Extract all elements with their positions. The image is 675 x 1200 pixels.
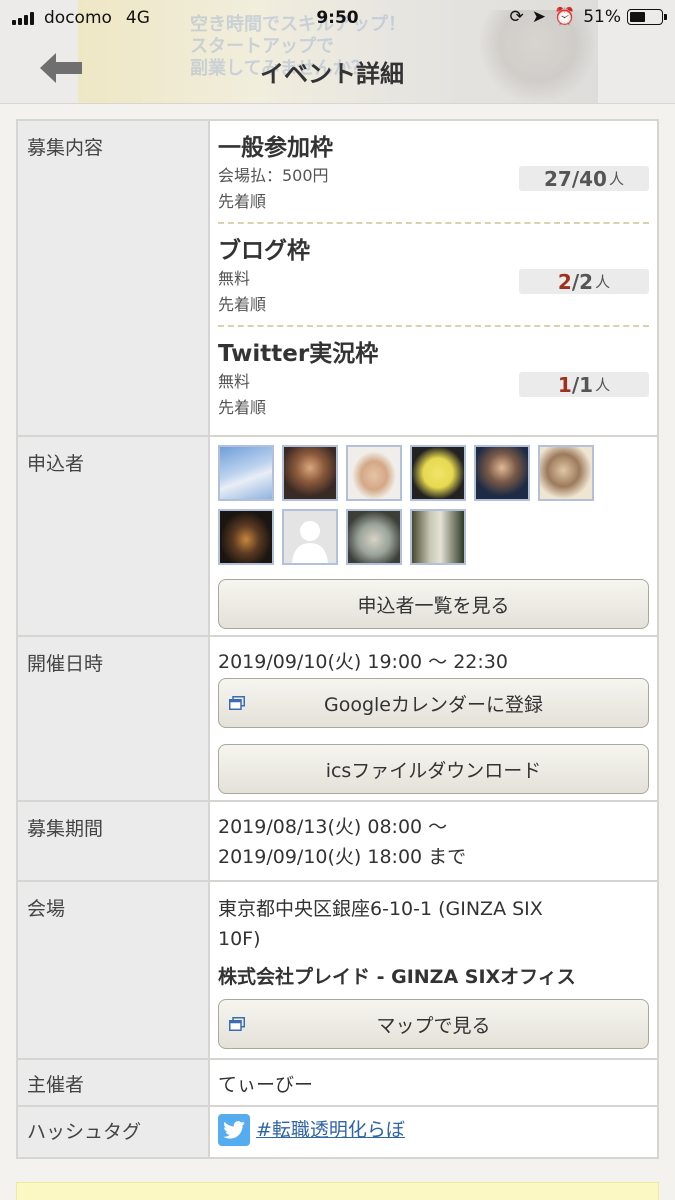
- orientation-lock-icon: ⟳: [509, 7, 524, 27]
- avatar[interactable]: [282, 445, 338, 501]
- event-detail-table: 募集内容 一般参加枠 会場払：500円 先着順 27/40 人 ブログ枠 無料 先…: [16, 119, 659, 1159]
- organizer-row: 主催者 てぃーびー: [18, 1060, 657, 1107]
- period-start: 2019/08/13(火) 08:00 〜: [218, 816, 448, 838]
- slot-twitter: Twitter実況枠 無料 先着順 1/1 人: [218, 327, 649, 433]
- slot-name: ブログ枠: [218, 238, 310, 264]
- venue-name: 株式会社プレイド - GINZA SIXオフィス: [218, 966, 576, 988]
- period-end: 2019/09/10(火) 18:00 まで: [218, 846, 467, 868]
- status-bar: docomo 4G 9:50 ⟳ ➤ ⏰ 51%: [0, 0, 675, 36]
- ics-download-button[interactable]: icsファイルダウンロード: [218, 744, 649, 794]
- user-silhouette-icon: [292, 521, 328, 563]
- applicant-avatars: [218, 437, 602, 573]
- row-label: 募集期間: [18, 802, 210, 880]
- recruitment-slots: 一般参加枠 会場払：500円 先着順 27/40 人 ブログ枠 無料 先着順 2/…: [210, 121, 657, 435]
- slot-blog: ブログ枠 無料 先着順 2/2 人: [218, 224, 649, 327]
- back-button[interactable]: [36, 50, 86, 86]
- google-calendar-button[interactable]: Googleカレンダーに登録: [218, 678, 649, 728]
- nav-bar: イベント詳細: [0, 40, 675, 98]
- slot-name: Twitter実況枠: [218, 341, 379, 367]
- slot-count: 1/1 人: [519, 372, 649, 397]
- row-label: 会場: [18, 882, 210, 1058]
- slot-name: 一般参加枠: [218, 135, 333, 161]
- external-window-icon: [229, 1017, 245, 1031]
- application-period-row: 募集期間 2019/08/13(火) 08:00 〜 2019/09/10(火)…: [18, 802, 657, 882]
- slot-count: 2/2 人: [519, 269, 649, 294]
- battery-percent: 51%: [583, 7, 621, 27]
- view-applicants-button[interactable]: 申込者一覧を見る: [218, 579, 649, 629]
- avatar-placeholder[interactable]: [282, 509, 338, 565]
- avatar[interactable]: [538, 445, 594, 501]
- twitter-icon[interactable]: [218, 1114, 250, 1146]
- organizer-name: てぃーびー: [218, 1074, 314, 1096]
- hashtag-row: ハッシュタグ #転職透明化らぼ: [18, 1107, 657, 1157]
- row-label: 主催者: [18, 1060, 210, 1105]
- back-arrow-icon: [40, 53, 82, 83]
- next-section-edge: [16, 1182, 659, 1200]
- avatar[interactable]: [218, 509, 274, 565]
- slot-order: 先着順: [218, 192, 267, 211]
- event-datetime: 2019/09/10(火) 19:00 〜 22:30: [218, 651, 508, 673]
- row-label: 開催日時: [18, 637, 210, 800]
- avatar[interactable]: [410, 509, 466, 565]
- avatar[interactable]: [346, 509, 402, 565]
- external-window-icon: [229, 696, 245, 710]
- row-label: 募集内容: [18, 121, 210, 435]
- slot-count: 27/40 人: [519, 166, 649, 191]
- venue-row: 会場 東京都中央区銀座6-10-1 (GINZA SIX 10F) 株式会社プレ…: [18, 882, 657, 1060]
- avatar[interactable]: [410, 445, 466, 501]
- location-icon: ➤: [531, 7, 547, 27]
- top-bar: 空き時間でスキルアップ！ スタートアップで 副業してみませんか？ docomo …: [0, 0, 675, 104]
- slot-order: 先着順: [218, 295, 267, 314]
- slot-order: 先着順: [218, 398, 267, 417]
- row-label: ハッシュタグ: [18, 1107, 210, 1157]
- recruitment-row: 募集内容 一般参加枠 会場払：500円 先着順 27/40 人 ブログ枠 無料 先…: [18, 121, 657, 437]
- view-map-button[interactable]: マップで見る: [218, 999, 649, 1049]
- schedule-row: 開催日時 2019/09/10(火) 19:00 〜 22:30 Googleカ…: [18, 637, 657, 802]
- venue-address: 東京都中央区銀座6-10-1 (GINZA SIX 10F): [218, 898, 543, 950]
- avatar[interactable]: [346, 445, 402, 501]
- avatar[interactable]: [474, 445, 530, 501]
- applicants-row: 申込者 申込者一覧を見る: [18, 437, 657, 637]
- alarm-icon: ⏰: [554, 7, 576, 27]
- row-label: 申込者: [18, 437, 210, 635]
- hashtag-link[interactable]: #転職透明化らぼ: [256, 1114, 405, 1146]
- page-title: イベント詳細: [260, 60, 404, 88]
- slot-general: 一般参加枠 会場払：500円 先着順 27/40 人: [218, 121, 649, 224]
- battery-icon: [627, 9, 667, 25]
- avatar[interactable]: [218, 445, 274, 501]
